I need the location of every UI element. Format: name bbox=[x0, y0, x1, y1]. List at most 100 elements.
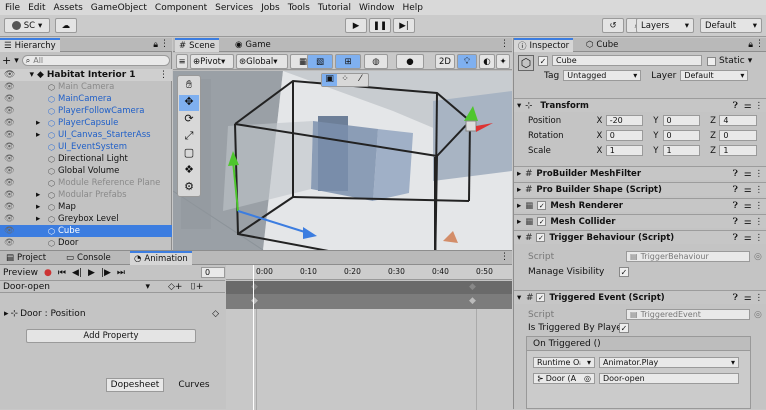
help-icon[interactable]: ❓︎ bbox=[733, 201, 738, 211]
lock-icon[interactable]: 🔒︎ bbox=[153, 40, 158, 50]
custom-tool-icon[interactable]: ⚙ bbox=[179, 180, 199, 196]
hierarchy-item[interactable]: 👁︎ ▸ ⬡ Map bbox=[0, 201, 172, 213]
hierarchy-item[interactable]: 👁︎ ⬡ Global Volume bbox=[0, 165, 172, 177]
visibility-icon[interactable]: 👁︎ bbox=[4, 202, 22, 212]
tag-dropdown[interactable]: Untagged ▾ bbox=[563, 70, 642, 81]
add-icon[interactable]: + bbox=[2, 54, 11, 67]
add-property-button[interactable]: Add Property bbox=[26, 329, 196, 343]
keyframe-icon[interactable]: ◆ bbox=[469, 282, 476, 292]
menu-dots-icon[interactable]: ⋮ bbox=[755, 201, 764, 211]
menu-dots-icon[interactable]: ⋮ bbox=[755, 39, 764, 49]
component-header[interactable]: ▸ # Pro Builder Shape (Script) ❓︎ ⚌ ⋮ bbox=[514, 182, 766, 196]
manage-visibility-checkbox[interactable]: ✓ bbox=[619, 267, 629, 277]
menu-dots-icon[interactable]: ⋮ bbox=[755, 233, 764, 243]
preset-icon[interactable]: ⚌ bbox=[744, 185, 752, 195]
expand-arrow-icon[interactable]: ▸ bbox=[36, 190, 48, 200]
preset-icon[interactable]: ⚌ bbox=[744, 201, 752, 211]
transform-x-field[interactable]: 1 bbox=[605, 145, 644, 156]
hierarchy-item[interactable]: 👁︎ ⬡ Cube bbox=[0, 225, 172, 237]
help-icon[interactable]: ❓︎ bbox=[733, 293, 738, 303]
preset-icon[interactable]: ⚌ bbox=[744, 169, 752, 179]
menu-dots-icon[interactable]: ⋮ bbox=[755, 185, 764, 195]
frame-input[interactable]: 0 bbox=[201, 267, 225, 278]
dopesheet-tab[interactable]: Dopesheet bbox=[106, 378, 164, 392]
remove-property-icon[interactable]: ◇ bbox=[212, 309, 219, 319]
tab-scene[interactable]: # Scene bbox=[175, 38, 220, 52]
visibility-icon[interactable]: 👁︎ bbox=[4, 238, 22, 248]
target-icon[interactable]: ◎ bbox=[584, 374, 591, 383]
record-icon[interactable]: ● bbox=[44, 268, 52, 278]
component-header[interactable]: ▸ ▦ ✓ Mesh Collider ❓︎ ⚌ ⋮ bbox=[514, 214, 766, 228]
curves-tab[interactable]: Curves bbox=[166, 378, 222, 392]
component-header[interactable]: ▸ # ProBuilder MeshFilter ❓︎ ⚌ ⋮ bbox=[514, 166, 766, 180]
clip-dropdown[interactable]: Door-open ▾ bbox=[0, 282, 150, 292]
help-icon[interactable]: ❓︎ bbox=[733, 101, 738, 111]
snap-toggle-button[interactable]: ▧ bbox=[307, 54, 333, 69]
component-enabled-checkbox[interactable]: ✓ bbox=[537, 201, 547, 210]
visibility-icon[interactable]: 👁︎ bbox=[4, 70, 15, 80]
component-enabled-checkbox[interactable]: ✓ bbox=[536, 293, 546, 302]
expand-arrow-icon[interactable]: ▸ bbox=[36, 202, 48, 212]
menu-item[interactable]: Component bbox=[155, 3, 207, 13]
transform-y-field[interactable]: 0 bbox=[662, 130, 701, 141]
global-dropdown[interactable]: ⊛ Global ▾ bbox=[236, 54, 288, 69]
keyframe-add-icon[interactable]: ◇+ bbox=[168, 282, 182, 292]
visibility-icon[interactable]: 👁︎ bbox=[4, 130, 22, 140]
audio-toggle-button[interactable]: ◐ bbox=[479, 54, 495, 69]
tab-hierarchy[interactable]: ☰ Hierarchy bbox=[0, 38, 60, 52]
help-icon[interactable]: ❓︎ bbox=[733, 185, 738, 195]
triggered-event-header[interactable]: ▾ # ✓ Triggered Event (Script) ❓︎ ⚌ ⋮ bbox=[514, 290, 766, 304]
hierarchy-search-input[interactable]: ⌕ All bbox=[21, 55, 170, 66]
menu-dots-icon[interactable]: ⋮ bbox=[755, 217, 764, 227]
menu-item[interactable]: Assets bbox=[54, 3, 83, 13]
component-header[interactable]: ▸ ▦ ✓ Mesh Renderer ❓︎ ⚌ ⋮ bbox=[514, 198, 766, 212]
scene-row[interactable]: 👁︎ ▾ ◆ Habitat Interior 1 ⋮ bbox=[0, 69, 172, 81]
hierarchy-item[interactable]: 👁︎ ⬡ Door bbox=[0, 237, 172, 249]
menu-item[interactable]: Edit bbox=[28, 3, 45, 13]
tab-cube[interactable]: ⬡ Cube bbox=[582, 38, 622, 52]
render-mode-button[interactable]: ◍ bbox=[364, 54, 388, 69]
menu-item[interactable]: Window bbox=[359, 3, 395, 13]
visibility-icon[interactable]: 👁︎ bbox=[4, 118, 22, 128]
event-param-field[interactable]: Door-open bbox=[599, 373, 739, 384]
target-icon[interactable]: ◎ bbox=[754, 310, 762, 320]
transform-tool-icon[interactable]: ❖ bbox=[179, 163, 199, 179]
object-mode-icon[interactable]: ▣ bbox=[322, 74, 338, 86]
event-object-field[interactable]: ⊱ Door (A ◎ bbox=[533, 373, 595, 384]
cloud-button[interactable]: ☁ bbox=[55, 18, 77, 33]
hierarchy-item[interactable]: 👁︎ ⬡ PlayerFollowCamera bbox=[0, 105, 172, 117]
play-button[interactable]: ▶ bbox=[345, 18, 367, 33]
help-icon[interactable]: ❓︎ bbox=[733, 233, 738, 243]
menu-dots-icon[interactable]: ⋮ bbox=[755, 169, 764, 179]
visibility-icon[interactable]: 👁︎ bbox=[4, 214, 22, 224]
transform-y-field[interactable]: 1 bbox=[662, 145, 701, 156]
menu-dots-icon[interactable]: ⋮ bbox=[159, 70, 168, 80]
hierarchy-item[interactable]: 👁︎ ⬡ Main Camera bbox=[0, 81, 172, 93]
keyframe-icon[interactable]: ◆ bbox=[469, 296, 476, 306]
menu-dots-icon[interactable]: ⋮ bbox=[755, 293, 764, 303]
menu-dots-icon[interactable]: ⋮ bbox=[500, 252, 509, 262]
lighting-toggle-button[interactable]: 💡︎ bbox=[457, 54, 477, 69]
draw-mode-button[interactable]: ● bbox=[396, 54, 424, 69]
visibility-icon[interactable]: 👁︎ bbox=[4, 142, 22, 152]
expand-arrow-icon[interactable]: ▸ bbox=[36, 118, 48, 128]
visibility-icon[interactable]: 👁︎ bbox=[4, 190, 22, 200]
hierarchy-item[interactable]: 👁︎ ▸ ⬡ Greybox Level bbox=[0, 213, 172, 225]
edge-mode-icon[interactable]: ⁄ bbox=[353, 74, 368, 86]
menu-item[interactable]: Help bbox=[402, 3, 423, 13]
visibility-icon[interactable]: 👁︎ bbox=[4, 226, 22, 236]
rotate-tool-icon[interactable]: ⟳ bbox=[179, 112, 199, 128]
expand-arrow-icon[interactable]: ▸ bbox=[36, 214, 48, 224]
transform-header[interactable]: ▾ ⊹ Transform ❓︎ ⚌ ⋮ bbox=[514, 98, 766, 112]
preset-icon[interactable]: ⚌ bbox=[744, 101, 752, 111]
pause-button[interactable]: ❚❚ bbox=[369, 18, 391, 33]
visibility-icon[interactable]: 👁︎ bbox=[4, 94, 22, 104]
history-button[interactable]: ↺ bbox=[602, 18, 624, 33]
timeline-ruler[interactable]: 0:00 0:10 0:20 0:30 0:40 0:50 bbox=[226, 265, 512, 280]
tab-console[interactable]: ▭ Console bbox=[62, 251, 115, 265]
menu-dots-icon[interactable]: ⋮ bbox=[755, 101, 764, 111]
hierarchy-item[interactable]: 👁︎ ▸ ⬡ PlayerCapsule bbox=[0, 117, 172, 129]
target-icon[interactable]: ◎ bbox=[754, 252, 762, 262]
menu-dots-icon[interactable]: ⋮ bbox=[160, 39, 169, 49]
hierarchy-item[interactable]: 👁︎ ⬡ Directional Light bbox=[0, 153, 172, 165]
